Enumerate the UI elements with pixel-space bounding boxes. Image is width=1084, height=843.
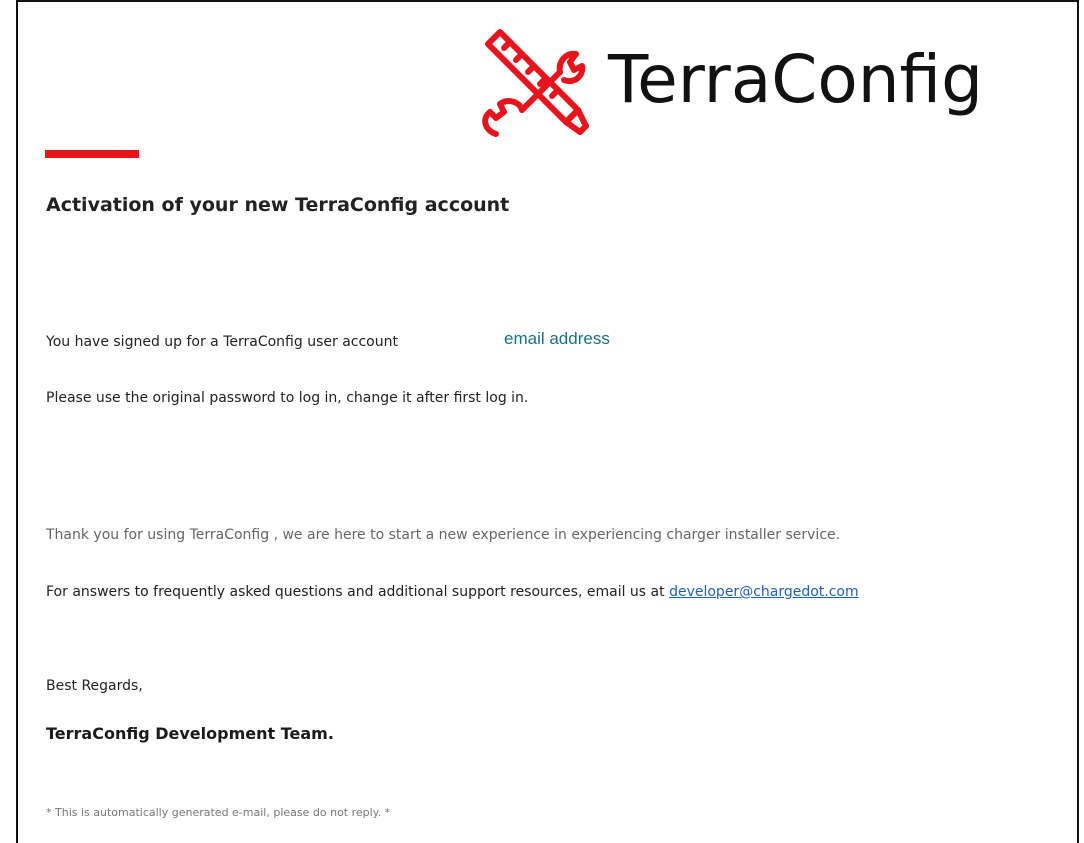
accent-bar-fill: [45, 150, 139, 158]
accent-bar: [45, 150, 139, 158]
email-address-placeholder: email address: [504, 329, 610, 348]
brand-logo: TerraConfig: [474, 22, 1060, 152]
password-instructions: Please use the original password to log …: [46, 390, 529, 406]
auto-generated-note: * This is automatically generated e-mail…: [46, 806, 391, 819]
crossed-tools-icon: [482, 29, 589, 137]
email-frame: TerraConfig Activation of your new Terra…: [16, 0, 1079, 843]
brand-wordmark: TerraConfig: [608, 41, 984, 118]
support-text: For answers to frequently asked question…: [46, 584, 665, 600]
signup-text: You have signed up for a TerraConfig use…: [46, 334, 398, 350]
support-email-link[interactable]: developer@chargedot.com: [669, 584, 859, 600]
thank-you-text: Thank you for using TerraConfig , we are…: [46, 527, 841, 543]
signoff-team: TerraConfig Development Team.: [46, 724, 334, 743]
regards-text: Best Regards,: [46, 678, 143, 694]
email-title: Activation of your new TerraConfig accou…: [46, 194, 510, 216]
support-paragraph: For answers to frequently asked question…: [46, 584, 859, 600]
